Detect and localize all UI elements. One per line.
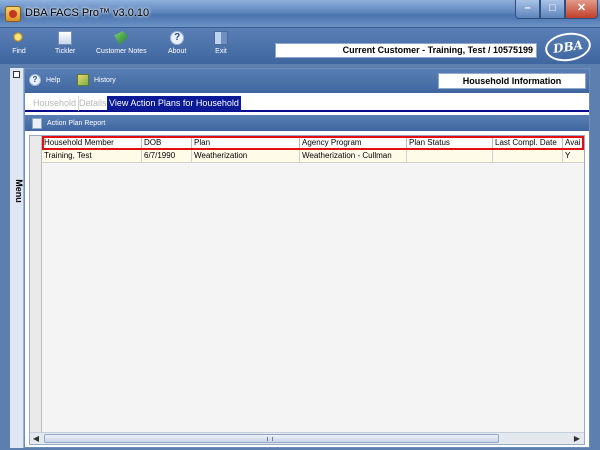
exit-icon: [214, 31, 228, 45]
horizontal-scrollbar[interactable]: ◀ ▶: [30, 432, 584, 444]
title-bar: DBA FACS Pro™ v3.0.10 – □ ✕: [0, 0, 600, 28]
table-row[interactable]: Training, Test 6/7/1990 Weatherization W…: [42, 150, 584, 163]
column-header[interactable]: Plan: [192, 136, 300, 149]
tickler-icon: [58, 31, 73, 45]
find-button[interactable]: Find: [12, 31, 26, 55]
main-toolbar: Find Tickler Customer Notes ? About Exit…: [0, 28, 600, 64]
pin-icon[interactable]: [13, 71, 20, 78]
action-plan-report-button[interactable]: Action Plan Report: [32, 118, 105, 129]
window-title: DBA FACS Pro™ v3.0.10: [25, 7, 150, 19]
customer-notes-icon: [114, 31, 129, 45]
about-label: About: [168, 48, 187, 55]
current-customer-field: Current Customer - Training, Test / 1057…: [275, 43, 537, 58]
table-cell[interactable]: Training, Test: [42, 150, 142, 162]
scrollbar-thumb[interactable]: [44, 434, 499, 443]
tab-details[interactable]: Details: [77, 96, 110, 111]
report-icon: [32, 118, 42, 129]
table-cell[interactable]: 6/7/1990: [142, 150, 192, 162]
find-label: Find: [12, 48, 26, 55]
about-button[interactable]: ? About: [168, 31, 186, 55]
help-button[interactable]: ? Help: [29, 74, 60, 86]
menu-label[interactable]: Menu: [14, 179, 24, 203]
minimize-button[interactable]: –: [515, 0, 540, 19]
history-button[interactable]: History: [77, 74, 116, 86]
exit-label: Exit: [215, 48, 227, 55]
report-toolbar: Action Plan Report: [25, 115, 589, 131]
table-cell[interactable]: Y: [563, 150, 584, 162]
help-icon: ?: [29, 74, 41, 86]
close-button[interactable]: ✕: [565, 0, 598, 19]
tickler-label: Tickler: [55, 48, 76, 55]
history-label: History: [94, 76, 116, 84]
column-header[interactable]: Last Compl. Date: [493, 136, 563, 149]
table-cell[interactable]: [407, 150, 493, 162]
column-header[interactable]: Household Member: [42, 136, 142, 149]
customer-notes-label: Customer Notes: [96, 48, 147, 55]
history-icon: [77, 74, 89, 86]
about-icon: ?: [170, 31, 185, 45]
exit-button[interactable]: Exit: [214, 31, 228, 55]
grip-icon: [267, 437, 273, 441]
customer-notes-button[interactable]: Customer Notes: [96, 31, 147, 55]
tab-strip: Household Details View Action Plans for …: [25, 95, 589, 112]
find-icon: [12, 31, 26, 45]
scroll-right-icon[interactable]: ▶: [571, 433, 583, 444]
column-header[interactable]: Plan Status: [407, 136, 493, 149]
grid-header-row: Household Member DOB Plan Agency Program…: [42, 136, 584, 150]
panel-toolbar: ? Help History Household Information: [25, 69, 589, 93]
table-cell[interactable]: [493, 150, 563, 162]
tab-view-action-plans[interactable]: View Action Plans for Household: [107, 96, 241, 111]
table-cell[interactable]: Weatherization: [192, 150, 300, 162]
action-plan-report-label: Action Plan Report: [47, 120, 106, 127]
column-header[interactable]: Avai: [563, 136, 584, 149]
side-menu-strip[interactable]: Menu: [10, 68, 24, 448]
column-header[interactable]: Agency Program: [300, 136, 407, 149]
help-label: Help: [46, 76, 61, 84]
action-plans-grid[interactable]: Household Member DOB Plan Agency Program…: [29, 135, 585, 445]
panel-title: Household Information: [438, 73, 586, 89]
tickler-button[interactable]: Tickler: [55, 31, 75, 55]
household-panel: ? Help History Household Information Hou…: [24, 68, 590, 448]
tab-household[interactable]: Household: [31, 96, 80, 111]
maximize-button[interactable]: □: [540, 0, 565, 19]
app-logo-icon: [5, 6, 21, 22]
row-header-column: [30, 136, 42, 432]
scroll-left-icon[interactable]: ◀: [30, 433, 42, 444]
table-cell[interactable]: Weatherization - Cullman: [300, 150, 407, 162]
column-header[interactable]: DOB: [142, 136, 192, 149]
